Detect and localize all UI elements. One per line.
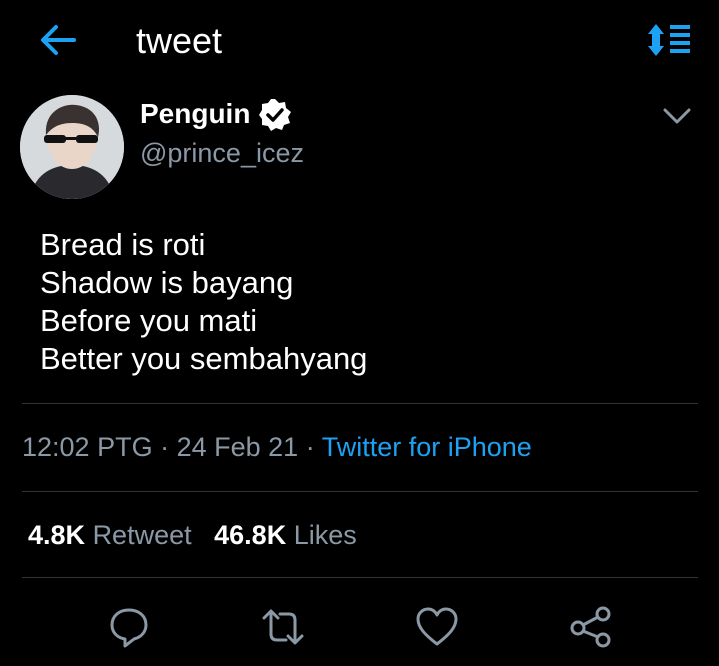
separator-dot: · <box>305 432 322 462</box>
page-title: tweet <box>136 20 223 61</box>
user-handle[interactable]: @prince_icez <box>140 138 304 169</box>
retweet-icon[interactable] <box>260 604 306 650</box>
share-icon[interactable] <box>568 604 614 650</box>
sort-icon[interactable] <box>646 22 692 58</box>
display-name[interactable]: Penguin <box>140 98 250 130</box>
avatar-image <box>20 95 124 199</box>
like-icon[interactable] <box>414 604 460 650</box>
tweet-line: Better you sembahyang <box>40 341 368 376</box>
verified-icon <box>259 99 291 131</box>
back-arrow-icon[interactable] <box>38 22 78 58</box>
top-bar: tweet <box>0 0 719 80</box>
divider <box>22 403 698 404</box>
likes-label[interactable]: Likes <box>294 520 357 550</box>
divider <box>22 491 698 492</box>
tweet-line: Before you mati <box>40 303 258 338</box>
tweet-date: 24 Feb 21 <box>176 432 299 462</box>
tweet-line: Shadow is bayang <box>40 265 294 300</box>
reply-icon[interactable] <box>106 604 152 650</box>
likes-count[interactable]: 46.8K <box>214 520 286 550</box>
separator-dot: · <box>160 432 177 462</box>
divider <box>22 577 698 578</box>
tweet-line: Bread is roti <box>40 227 206 262</box>
retweet-label[interactable]: Retweet <box>93 520 192 550</box>
retweet-count[interactable]: 4.8K <box>28 520 85 550</box>
tweet-source-link[interactable]: Twitter for iPhone <box>322 432 532 462</box>
tweet-meta: 12:02 PTG · 24 Feb 21 · Twitter for iPho… <box>22 432 532 463</box>
tweet-time: 12:02 PTG <box>22 432 153 462</box>
tweet-text: Bread is roti Shadow is bayang Before yo… <box>40 226 367 378</box>
tweet-stats: 4.8K Retweet 46.8K Likes <box>28 520 357 551</box>
action-bar <box>0 600 719 654</box>
chevron-down-icon[interactable] <box>662 106 692 126</box>
avatar[interactable] <box>20 95 124 199</box>
